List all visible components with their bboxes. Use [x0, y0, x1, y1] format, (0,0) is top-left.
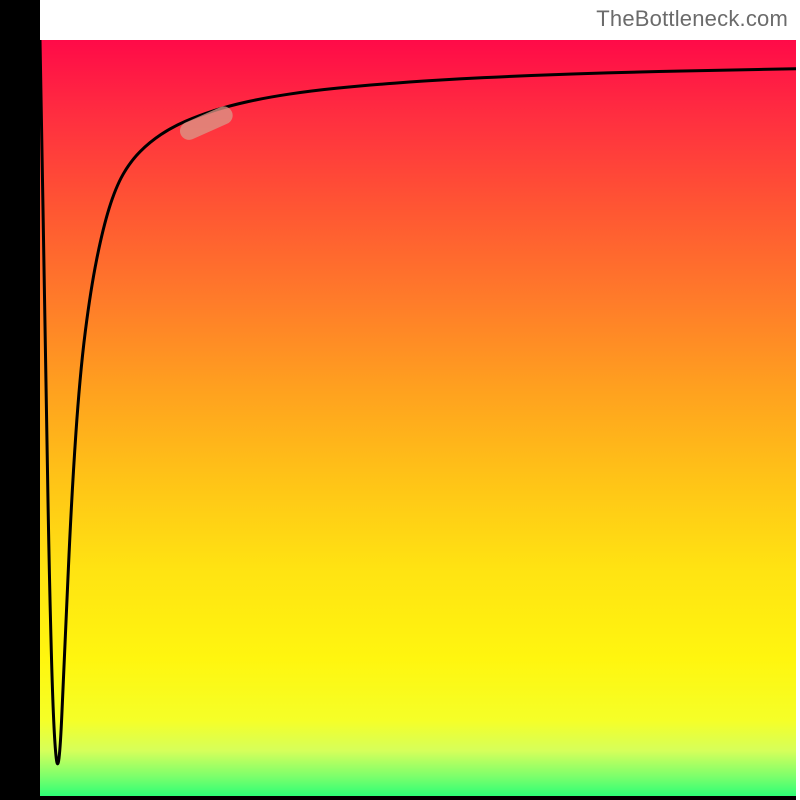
- chart-frame: TheBottleneck.com: [0, 0, 800, 800]
- curve-svg: [40, 40, 796, 796]
- highlight-marker: [177, 104, 235, 143]
- plot-area: [40, 40, 796, 796]
- bottleneck-curve: [40, 40, 796, 764]
- x-axis: [0, 796, 796, 800]
- watermark-text: TheBottleneck.com: [596, 6, 788, 32]
- y-axis: [0, 0, 40, 796]
